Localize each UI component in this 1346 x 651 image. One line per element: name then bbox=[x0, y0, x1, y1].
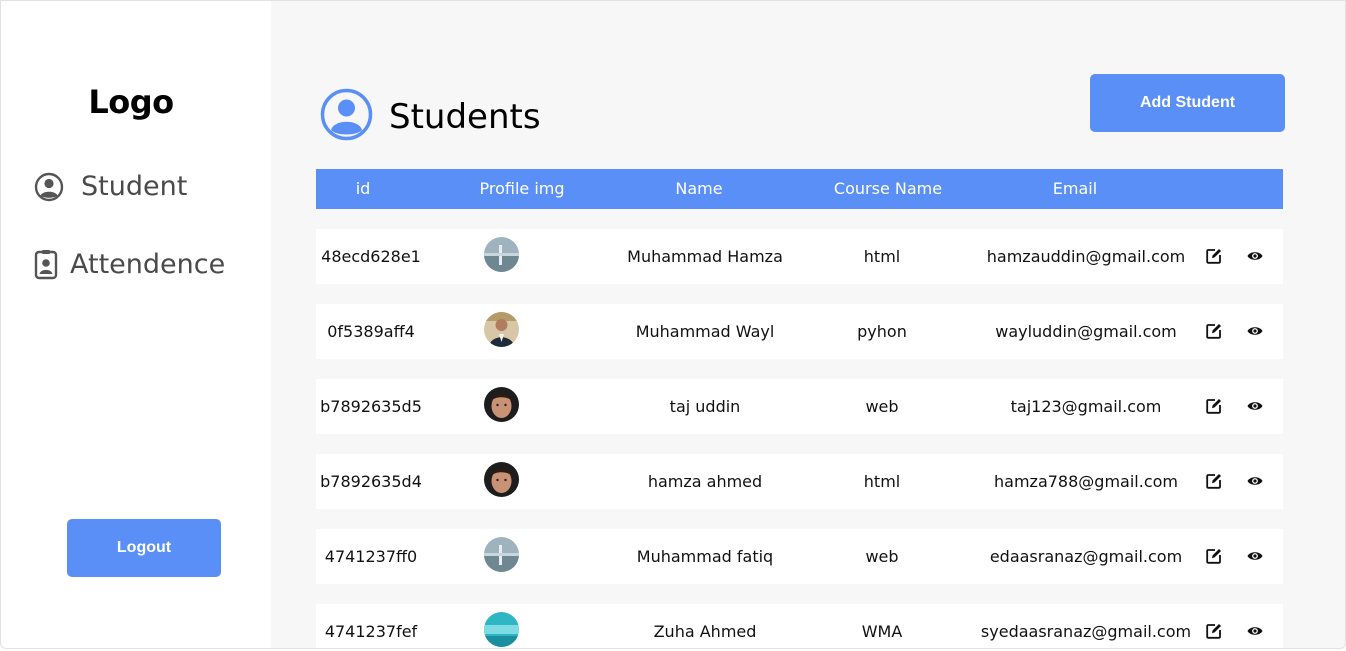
app-window: Logo Student Attendence Logout Students … bbox=[0, 0, 1346, 649]
main-content: Students Add Student id Profile img Name… bbox=[271, 1, 1345, 648]
page-header: Students bbox=[320, 74, 541, 160]
view-eye-icon[interactable] bbox=[1247, 250, 1263, 262]
table-row: b7892635d4 hamza ahmed html hamza788@gmail.… bbox=[316, 454, 1283, 509]
cell-email: syedaasranaz@gmail.com bbox=[980, 622, 1192, 641]
cell-course: web bbox=[865, 397, 899, 416]
cell-name: Muhammad Hamza bbox=[627, 247, 783, 266]
edit-icon[interactable] bbox=[1206, 473, 1222, 489]
cell-email: edaasranaz@gmail.com bbox=[989, 547, 1183, 566]
cell-id: 0f5389aff4 bbox=[327, 322, 415, 341]
cell-email: hamza788@gmail.com bbox=[994, 472, 1178, 491]
avatar bbox=[484, 312, 519, 347]
view-eye-icon[interactable] bbox=[1247, 325, 1263, 337]
table-row: 48ecd628e1 Muhammad Hamza html hamzauddin@g… bbox=[316, 229, 1283, 284]
table-row: 0f5389aff4 Muhammad Wayl pyhon wayluddin@gm… bbox=[316, 304, 1283, 359]
edit-icon[interactable] bbox=[1206, 323, 1222, 339]
logout-button[interactable]: Logout bbox=[67, 519, 221, 577]
avatar bbox=[484, 612, 519, 647]
column-header-profile-img: Profile img bbox=[479, 179, 565, 198]
cell-course: html bbox=[863, 472, 901, 491]
avatar bbox=[484, 237, 519, 272]
column-header-course-name: Course Name bbox=[833, 179, 943, 198]
avatar bbox=[484, 387, 519, 422]
cell-id: b7892635d5 bbox=[320, 397, 422, 416]
column-header-id: id bbox=[355, 179, 371, 198]
sidebar: Logo Student Attendence Logout bbox=[1, 1, 271, 648]
sidebar-item-label: Attendence bbox=[70, 249, 226, 280]
sidebar-item-student[interactable]: Student bbox=[34, 171, 187, 202]
cell-email: hamzauddin@gmail.com bbox=[986, 247, 1186, 266]
edit-icon[interactable] bbox=[1206, 548, 1222, 564]
cell-id: 48ecd628e1 bbox=[321, 247, 421, 266]
avatar bbox=[484, 537, 519, 572]
add-student-button[interactable]: Add Student bbox=[1090, 74, 1285, 132]
table-row: 4741237ff0 Muhammad fatiq web edaasranaz@gm… bbox=[316, 529, 1283, 584]
cell-email: taj123@gmail.com bbox=[1010, 397, 1162, 416]
user-circle-icon bbox=[34, 172, 64, 202]
user-circle-icon bbox=[320, 88, 373, 145]
column-header-email: Email bbox=[1052, 179, 1098, 198]
table-row: 4741237fef Zuha Ahmed WMA syedaasranaz@gmai… bbox=[316, 604, 1283, 648]
cell-name: taj uddin bbox=[669, 397, 741, 416]
edit-icon[interactable] bbox=[1206, 248, 1222, 264]
table-row: b7892635d5 taj uddin web taj123@gmail.com bbox=[316, 379, 1283, 434]
cell-course: web bbox=[865, 547, 899, 566]
id-badge-icon bbox=[34, 249, 58, 280]
cell-course: html bbox=[863, 247, 901, 266]
view-eye-icon[interactable] bbox=[1247, 475, 1263, 487]
cell-email: wayluddin@gmail.com bbox=[995, 322, 1177, 341]
cell-name: Muhammad Wayl bbox=[635, 322, 775, 341]
cell-name: Muhammad fatiq bbox=[636, 547, 774, 566]
sidebar-item-attendence[interactable]: Attendence bbox=[34, 249, 225, 280]
view-eye-icon[interactable] bbox=[1247, 625, 1263, 637]
logo: Logo bbox=[88, 83, 174, 121]
view-eye-icon[interactable] bbox=[1247, 550, 1263, 562]
cell-id: 4741237ff0 bbox=[324, 547, 418, 566]
cell-name: Zuha Ahmed bbox=[653, 622, 757, 641]
page-title: Students bbox=[389, 96, 541, 137]
cell-name: hamza ahmed bbox=[647, 472, 763, 491]
column-header-name: Name bbox=[675, 179, 723, 198]
edit-icon[interactable] bbox=[1206, 398, 1222, 414]
cell-course: pyhon bbox=[857, 322, 907, 341]
cell-course: WMA bbox=[861, 622, 903, 641]
table-header: id Profile img Name Course Name Email bbox=[316, 169, 1283, 209]
cell-id: b7892635d4 bbox=[320, 472, 422, 491]
avatar bbox=[484, 462, 519, 497]
cell-id: 4741237fef bbox=[324, 622, 418, 641]
sidebar-item-label: Student bbox=[81, 171, 188, 202]
view-eye-icon[interactable] bbox=[1247, 400, 1263, 412]
edit-icon[interactable] bbox=[1206, 623, 1222, 639]
